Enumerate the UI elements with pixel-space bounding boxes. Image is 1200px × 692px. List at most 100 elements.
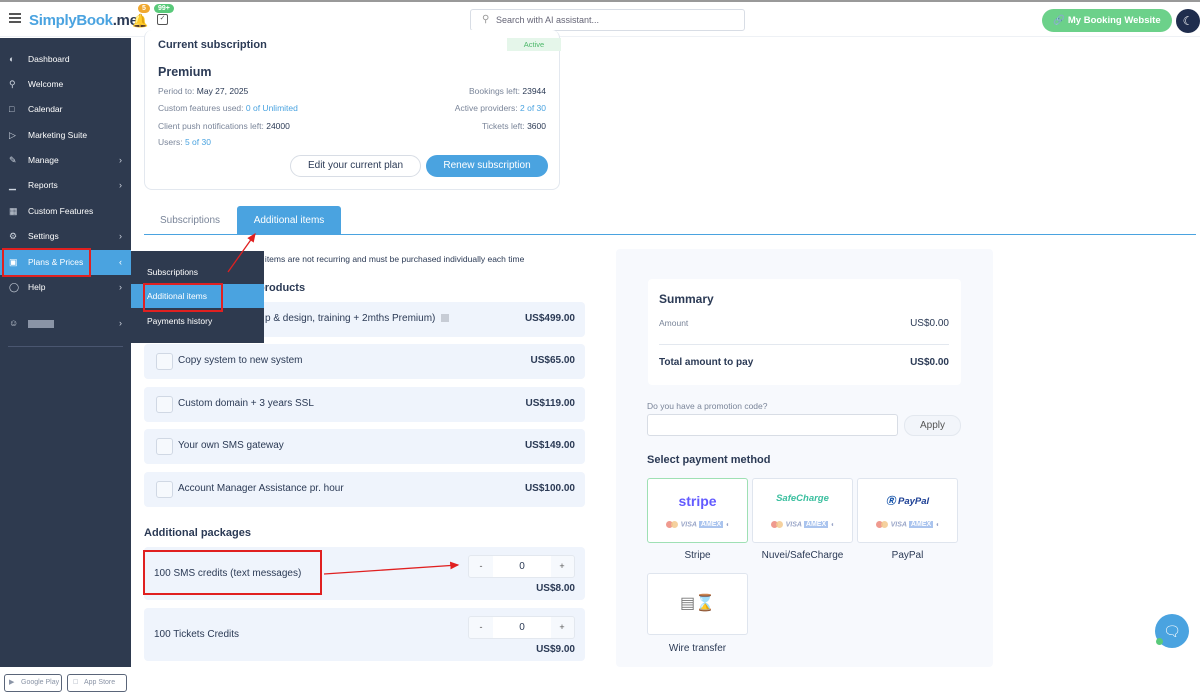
payment-option-label: Wire transfer xyxy=(668,643,727,654)
product-row[interactable]: Custom domain + 3 years SSL US$119.00 xyxy=(144,387,585,422)
calendar-check-icon[interactable]: ✓ xyxy=(157,14,168,25)
annotation-highlight-additional-items xyxy=(143,283,223,312)
search-input[interactable]: ⚲ Search with AI assistant... xyxy=(470,9,745,31)
sidebar-item-calendar[interactable]: □ Calendar xyxy=(0,97,131,122)
theme-toggle-moon-icon[interactable]: ☾ xyxy=(1176,9,1200,33)
info-icon[interactable] xyxy=(441,314,450,323)
play-icon: ▶ xyxy=(9,679,15,686)
providers-link[interactable]: 2 of 30 xyxy=(520,103,546,113)
period-field: Period to: May 27, 2025 xyxy=(158,86,249,96)
submenu-item-subscriptions[interactable]: Subscriptions xyxy=(131,260,264,284)
decrement-button[interactable]: - xyxy=(469,556,493,577)
sidebar-item-label: Custom Features xyxy=(28,206,94,216)
annotation-highlight-plans xyxy=(2,248,91,277)
sidebar-item-custom-features[interactable]: ▦ Custom Features xyxy=(0,199,131,224)
product-checkbox[interactable] xyxy=(156,438,173,455)
sidebar-item-manage[interactable]: ✎ Manage › xyxy=(0,148,131,173)
product-label: Custom domain + 3 years SSL xyxy=(178,398,314,409)
payment-option-paypal[interactable]: Ⓡ PayPal VISA AMEX ◖ xyxy=(857,478,958,543)
product-row[interactable]: Your own SMS gateway US$149.00 xyxy=(144,429,585,464)
increment-button[interactable]: + xyxy=(550,617,574,638)
chart-icon: ▁ xyxy=(9,180,16,190)
quantity-input[interactable]: 0 xyxy=(493,556,551,577)
my-booking-website-button[interactable]: 🔗 My Booking Website xyxy=(1042,9,1172,32)
sidebar-item-label: Settings xyxy=(28,231,59,241)
hamburger-menu-icon[interactable] xyxy=(9,13,21,23)
tabs: Subscriptions Additional items xyxy=(144,205,1196,235)
gift-icon: ▦ xyxy=(9,206,18,216)
product-label: p & design, training + 2mths Premium) xyxy=(265,313,450,324)
checkout-panel: Summary Amount US$0.00 Total amount to p… xyxy=(616,249,993,667)
paypal-logo: Ⓡ PayPal xyxy=(885,496,930,507)
products-heading: products xyxy=(258,282,306,294)
apply-button[interactable]: Apply xyxy=(904,415,961,436)
payment-option-label: PayPal xyxy=(891,550,924,561)
chat-support-button[interactable]: 🗨 xyxy=(1155,614,1189,648)
amount-value: US$0.00 xyxy=(910,318,949,329)
card-logos: VISA AMEX ◖ xyxy=(753,521,852,529)
custom-features-field: Custom features used: 0 of Unlimited xyxy=(158,103,298,113)
card-title: Current subscription xyxy=(158,39,267,51)
payment-option-stripe[interactable]: stripe VISA AMEX ◖ xyxy=(647,478,748,543)
product-row[interactable]: Account Manager Assistance pr. hour US$1… xyxy=(144,472,585,507)
mastercard-icon xyxy=(665,521,679,528)
package-price: US$8.00 xyxy=(536,583,575,594)
product-label: Your own SMS gateway xyxy=(178,440,284,451)
app-store-badge[interactable]:  App Store xyxy=(67,674,127,692)
promo-code-input[interactable] xyxy=(647,414,898,436)
account-name-redacted xyxy=(28,319,54,328)
sidebar-item-account[interactable]: ☺ › xyxy=(0,311,131,336)
search-placeholder: Search with AI assistant... xyxy=(496,15,600,25)
custom-features-link[interactable]: 0 of Unlimited xyxy=(246,103,298,113)
mastercard-icon xyxy=(770,521,784,528)
summary-card: Summary Amount US$0.00 Total amount to p… xyxy=(648,279,961,385)
product-price: US$119.00 xyxy=(525,398,576,409)
summary-title: Summary xyxy=(659,292,714,306)
payment-option-wire-transfer[interactable]: ▤⌛ xyxy=(647,573,748,635)
sidebar-item-marketing-suite[interactable]: ▷ Marketing Suite xyxy=(0,123,131,148)
product-checkbox[interactable] xyxy=(156,353,173,370)
quantity-stepper[interactable]: - 0 + xyxy=(468,616,575,639)
sidebar: ◐ Dashboard ⚲ Welcome □ Calendar ▷ Marketing… xyxy=(0,38,131,692)
amount-label: Amount xyxy=(659,318,689,328)
pencil-icon: ✎ xyxy=(9,155,17,165)
tab-subscriptions[interactable]: Subscriptions xyxy=(150,206,230,235)
sidebar-item-reports[interactable]: ▁ Reports › xyxy=(0,173,131,198)
bookings-field: Bookings left: 23944 xyxy=(468,86,546,96)
sidebar-item-welcome[interactable]: ⚲ Welcome xyxy=(0,72,131,97)
notifications-badge: 5 xyxy=(138,4,150,13)
payment-option-label: Stripe xyxy=(684,550,711,561)
payment-method-title: Select payment method xyxy=(647,454,771,466)
sidebar-item-help[interactable]: ◯ Help › xyxy=(0,275,131,300)
calendar-icon: □ xyxy=(9,104,15,114)
product-checkbox[interactable] xyxy=(156,481,173,498)
logo[interactable]: SimplyBook.me xyxy=(29,12,138,29)
gear-icon: ⚙ xyxy=(9,231,18,241)
chevron-right-icon: › xyxy=(119,318,122,328)
sidebar-item-dashboard[interactable]: ◐ Dashboard xyxy=(0,47,131,72)
increment-button[interactable]: + xyxy=(550,556,574,577)
google-play-badge[interactable]: ▶ Google Play xyxy=(4,674,62,692)
bell-icon[interactable]: 🔔 xyxy=(132,13,148,29)
product-label: Account Manager Assistance pr. hour xyxy=(178,483,344,494)
submenu-item-payments-history[interactable]: Payments history xyxy=(131,309,264,333)
product-label: Copy system to new system xyxy=(178,355,303,366)
edit-plan-button[interactable]: Edit your current plan xyxy=(290,155,421,177)
package-row: 100 Tickets Credits - 0 + US$9.00 xyxy=(144,608,585,661)
payment-option-safecharge[interactable]: SafeCharge VISA AMEX ◖ xyxy=(752,478,853,543)
sidebar-item-label: Marketing Suite xyxy=(28,130,88,140)
tab-additional-items[interactable]: Additional items xyxy=(237,206,341,235)
users-link[interactable]: 5 of 30 xyxy=(185,137,211,147)
quantity-input[interactable]: 0 xyxy=(493,617,551,638)
quantity-stepper[interactable]: - 0 + xyxy=(468,555,575,578)
decrement-button[interactable]: - xyxy=(469,617,493,638)
renew-subscription-button[interactable]: Renew subscription xyxy=(426,155,548,177)
online-status-dot xyxy=(1156,638,1163,645)
search-icon: ⚲ xyxy=(482,14,490,25)
google-play-label: Google Play xyxy=(21,679,60,686)
sidebar-item-settings[interactable]: ⚙ Settings › xyxy=(0,224,131,249)
tickets-field: Tickets left: 3600 xyxy=(482,121,546,131)
product-row[interactable]: Copy system to new system US$65.00 xyxy=(144,344,585,379)
status-badge: Active xyxy=(507,38,561,51)
product-checkbox[interactable] xyxy=(156,396,173,413)
